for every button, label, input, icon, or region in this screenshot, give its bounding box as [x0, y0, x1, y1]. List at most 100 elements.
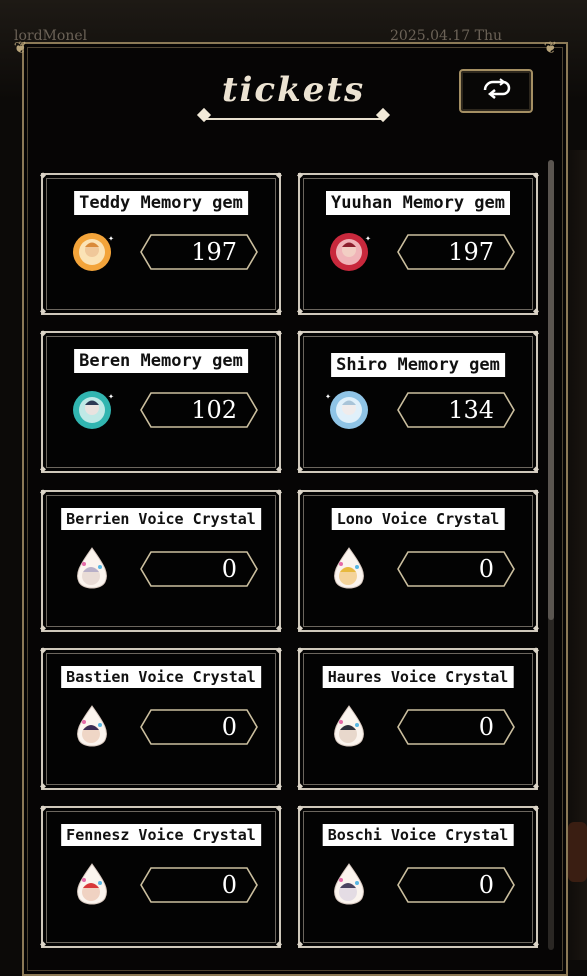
panel-corner-ornament: ❦: [14, 34, 27, 58]
card-corner: ◆: [40, 645, 47, 656]
svg-text:✦: ✦: [365, 233, 371, 244]
card-corner: ◆: [532, 781, 539, 792]
card-corner: ◆: [275, 328, 282, 339]
gem-icon: ✦: [330, 233, 371, 271]
card-corner: ◆: [297, 803, 304, 814]
crystal-icon: [334, 547, 364, 589]
card-corner: ◆: [532, 170, 539, 181]
ticket-label: Bastien Voice Crystal: [61, 666, 261, 688]
quantity-value: 0: [221, 713, 237, 741]
card-corner: ◆: [40, 939, 47, 950]
card-corner: ◆: [275, 645, 282, 656]
ticket-label: Haures Voice Crystal: [322, 666, 514, 688]
quantity-value: 134: [448, 396, 494, 424]
quantity-value: 0: [221, 871, 237, 899]
card-corner: ◆: [40, 803, 47, 814]
ticket-card[interactable]: ◆ ◆ ◆ ◆ Yuuhan Memory gem ✦ 197: [297, 170, 539, 317]
ticket-card[interactable]: ◆ ◆ ◆ ◆ Haures Voice Crystal 0: [297, 645, 539, 792]
quantity-value: 0: [478, 871, 494, 899]
quantity-value: 197: [448, 238, 494, 266]
quantity-display: 197: [396, 233, 516, 271]
ticket-card[interactable]: ◆ ◆ ◆ ◆ Shiro Memory gem ✦ 134: [297, 328, 539, 475]
ticket-label: Berrien Voice Crystal: [61, 508, 261, 530]
card-corner: ◆: [532, 803, 539, 814]
card-corner: ◆: [275, 487, 282, 498]
quantity-display: 0: [139, 866, 259, 904]
card-corner: ◆: [40, 306, 47, 317]
gem-icon: ✦: [73, 233, 114, 271]
ticket-label: Lono Voice Crystal: [331, 508, 505, 530]
background-art-fragment: [568, 822, 587, 882]
card-corner: ◆: [532, 464, 539, 475]
card-corner: ◆: [297, 645, 304, 656]
card-corner: ◆: [297, 328, 304, 339]
card-corner: ◆: [275, 781, 282, 792]
refresh-icon: [483, 78, 511, 99]
quantity-display: 134: [396, 391, 516, 429]
card-corner: ◆: [40, 328, 47, 339]
card-corner: ◆: [275, 623, 282, 634]
card-corner: ◆: [532, 306, 539, 317]
card-corner: ◆: [40, 464, 47, 475]
quantity-value: 197: [191, 238, 237, 266]
ticket-card[interactable]: ◆ ◆ ◆ ◆ Bastien Voice Crystal 0: [40, 645, 282, 792]
quantity-value: 0: [478, 713, 494, 741]
card-corner: ◆: [40, 487, 47, 498]
card-corner: ◆: [297, 306, 304, 317]
quantity-display: 102: [139, 391, 259, 429]
card-corner: ◆: [275, 803, 282, 814]
card-corner: ◆: [532, 487, 539, 498]
card-corner: ◆: [275, 464, 282, 475]
card-corner: ◆: [532, 645, 539, 656]
ticket-label: Boschi Voice Crystal: [322, 824, 514, 846]
ticket-card[interactable]: ◆ ◆ ◆ ◆ Boschi Voice Crystal 0: [297, 803, 539, 950]
svg-text:✦: ✦: [108, 391, 114, 402]
quantity-display: 0: [139, 550, 259, 588]
card-corner: ◆: [275, 939, 282, 950]
quantity-display: 0: [396, 708, 516, 746]
card-corner: ◆: [275, 306, 282, 317]
gem-icon: ✦: [73, 391, 114, 429]
card-corner: ◆: [297, 939, 304, 950]
refresh-button[interactable]: [459, 69, 533, 113]
card-corner: ◆: [297, 487, 304, 498]
quantity-display: 0: [396, 866, 516, 904]
quantity-value: 0: [478, 555, 494, 583]
card-corner: ◆: [532, 939, 539, 950]
quantity-display: 0: [396, 550, 516, 588]
ticket-card[interactable]: ◆ ◆ ◆ ◆ Beren Memory gem ✦ 102: [40, 328, 282, 475]
quantity-value: 102: [191, 396, 237, 424]
gem-icon: ✦: [326, 391, 368, 429]
ticket-card[interactable]: ◆ ◆ ◆ ◆ Berrien Voice Crystal 0: [40, 487, 282, 634]
svg-text:✦: ✦: [326, 391, 331, 402]
scrollbar[interactable]: [548, 160, 554, 950]
ticket-label: Teddy Memory gem: [74, 191, 248, 215]
ticket-label: Fennesz Voice Crystal: [61, 824, 261, 846]
card-corner: ◆: [297, 464, 304, 475]
card-corner: ◆: [40, 623, 47, 634]
ticket-card[interactable]: ◆ ◆ ◆ ◆ Fennesz Voice Crystal 0: [40, 803, 282, 950]
card-corner: ◆: [532, 623, 539, 634]
ticket-card[interactable]: ◆ ◆ ◆ ◆ Lono Voice Crystal 0: [297, 487, 539, 634]
ticket-label: Yuuhan Memory gem: [326, 191, 510, 215]
crystal-icon: [334, 863, 364, 905]
crystal-icon: [77, 547, 107, 589]
panel-corner-ornament: ❦: [544, 34, 557, 58]
crystal-icon: [334, 705, 364, 747]
card-corner: ◆: [275, 170, 282, 181]
crystal-icon: [77, 863, 107, 905]
card-corner: ◆: [40, 170, 47, 181]
svg-text:✦: ✦: [108, 233, 114, 244]
scrollbar-thumb[interactable]: [548, 160, 554, 620]
card-corner: ◆: [297, 781, 304, 792]
ticket-label: Shiro Memory gem: [331, 353, 505, 377]
title-underline: [205, 118, 383, 120]
card-corner: ◆: [297, 170, 304, 181]
quantity-display: 0: [139, 708, 259, 746]
quantity-display: 197: [139, 233, 259, 271]
quantity-value: 0: [221, 555, 237, 583]
card-corner: ◆: [297, 623, 304, 634]
ticket-card[interactable]: ◆ ◆ ◆ ◆ Teddy Memory gem ✦ 197: [40, 170, 282, 317]
card-corner: ◆: [532, 328, 539, 339]
crystal-icon: [77, 705, 107, 747]
